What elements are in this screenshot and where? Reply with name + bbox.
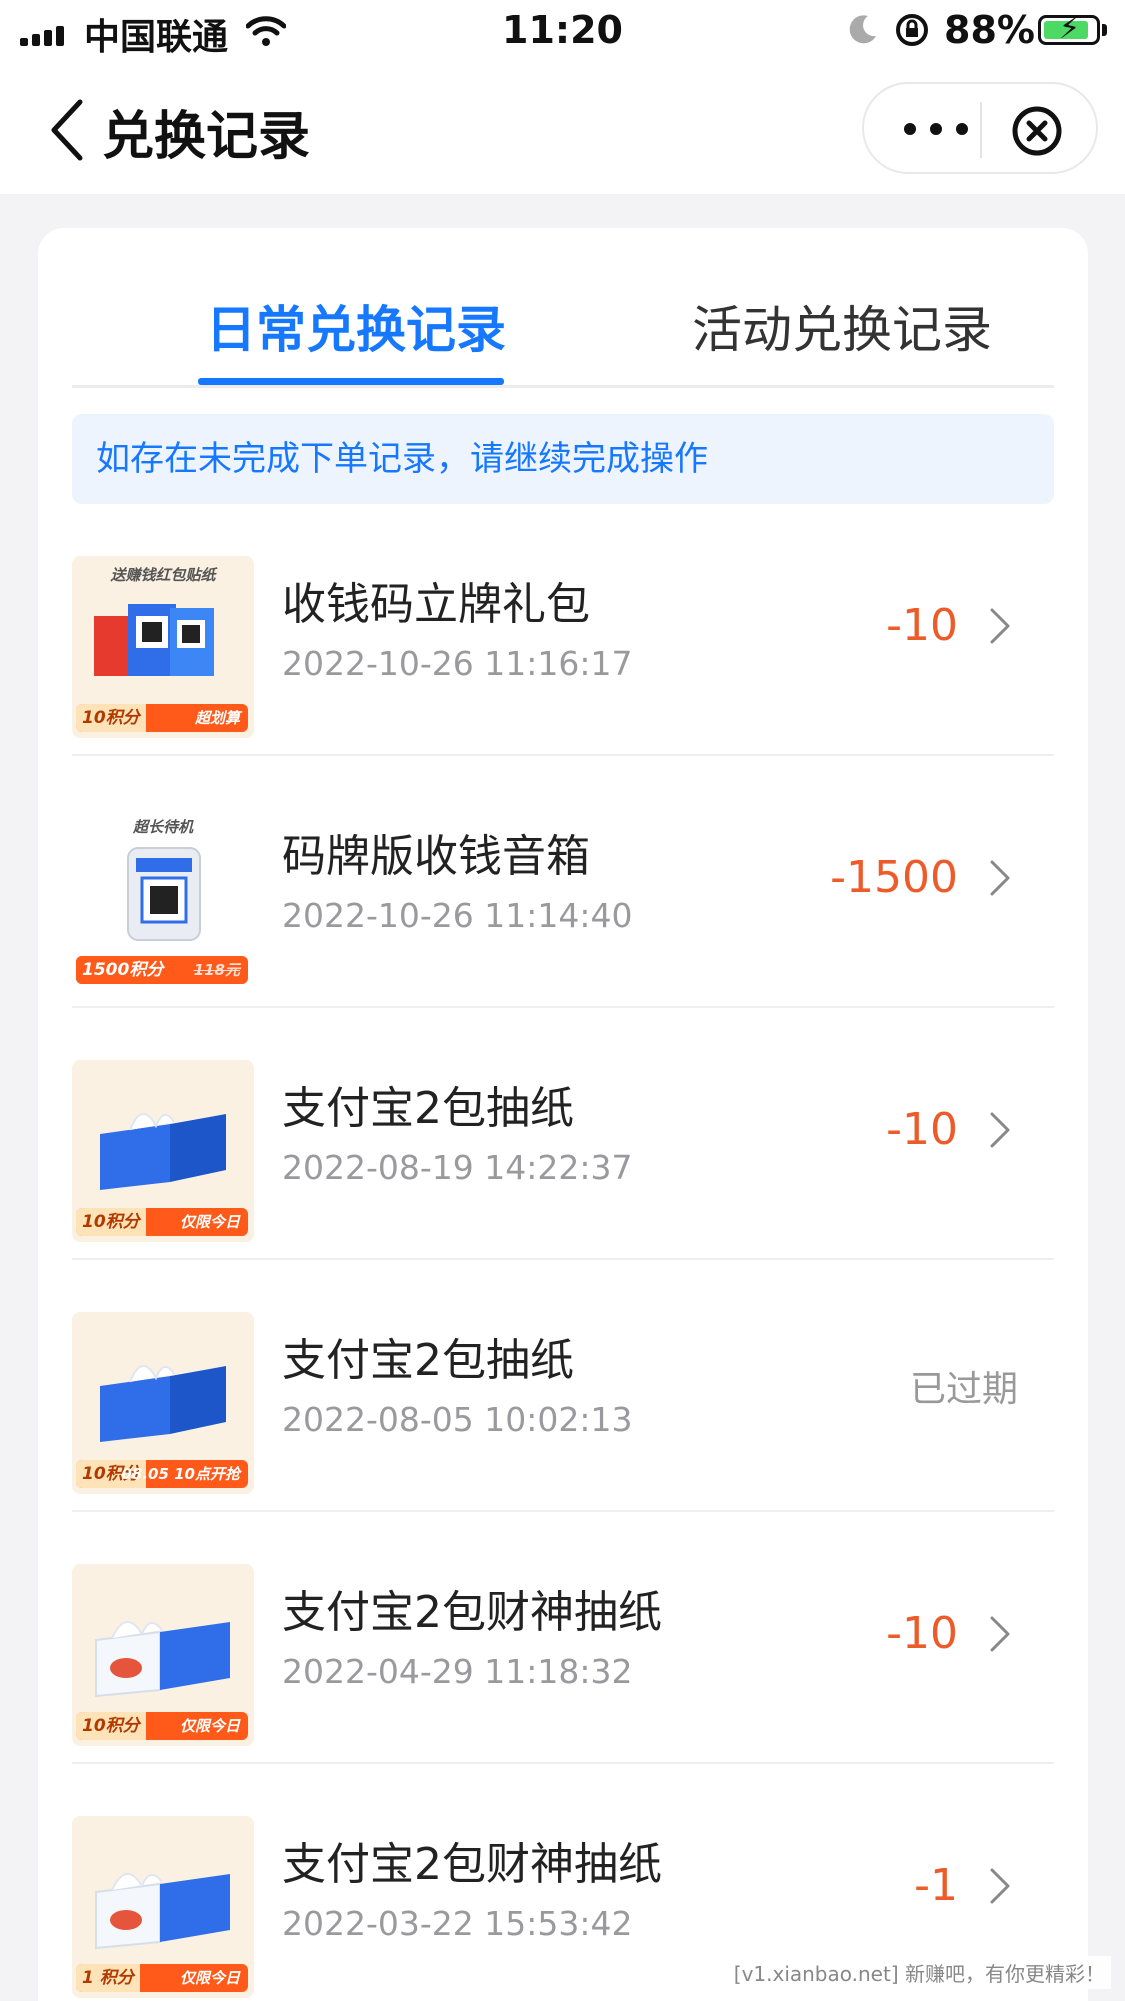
notice-banner: 如存在未完成下单记录，请继续完成操作	[72, 414, 1054, 504]
tag-points: 10积分	[76, 1712, 146, 1740]
record-name: 支付宝2包财神抽纸	[282, 1587, 662, 1638]
chevron-right-icon[interactable]	[988, 856, 1012, 900]
product-thumbnail: 超长待机 1500积分 118元	[72, 808, 254, 990]
qr-stand-image	[94, 604, 214, 676]
tag-promo: 118元	[193, 961, 240, 979]
tissue-box-image	[100, 1113, 226, 1190]
chevron-left-icon[interactable]	[44, 94, 92, 166]
tag-promo: 超划算	[194, 709, 240, 727]
product-thumbnail: 10积分 仅限今日	[72, 1564, 254, 1746]
tab-daily-records[interactable]: 日常兑换记录	[206, 290, 506, 362]
tag-promo: 08.05 10点开抢	[121, 1465, 240, 1483]
tab-activity-records[interactable]: 活动兑换记录	[692, 290, 992, 362]
more-dots-icon[interactable]	[894, 104, 978, 154]
record-points: -10	[886, 1608, 958, 1659]
product-thumbnail: 10积分 仅限今日	[72, 1060, 254, 1242]
thumbnail-caption: 送赚钱红包贴纸	[110, 566, 216, 584]
record-time: 2022-10-26 11:16:17	[282, 644, 633, 683]
tissue-box-image	[95, 1873, 230, 1950]
tag-points: 10积分	[76, 1208, 146, 1236]
watermark: [v1.xianbao.net] 新赚吧，有你更精彩！	[727, 1956, 1111, 1989]
chevron-right-icon[interactable]	[988, 604, 1012, 648]
record-name: 码牌版收钱音箱	[282, 831, 590, 882]
records-list: 送赚钱红包贴纸 10积分 超划算 收钱码立牌礼包 2022-10-26 11:1…	[72, 504, 1054, 2001]
record-points: -1500	[830, 852, 958, 903]
expired-status: 已过期	[909, 1369, 1018, 1410]
tag-promo: 仅限今日	[179, 1969, 240, 1987]
record-name: 支付宝2包抽纸	[282, 1335, 574, 1386]
record-name: 收钱码立牌礼包	[282, 579, 590, 630]
record-name: 支付宝2包财神抽纸	[282, 1839, 662, 1890]
points-tag: 10积分 仅限今日	[76, 1712, 248, 1740]
record-row[interactable]: 10积分 仅限今日 支付宝2包抽纸 2022-08-19 14:22:37 -1…	[72, 1008, 1054, 1260]
active-tab-indicator	[198, 378, 504, 385]
record-time: 2022-03-22 15:53:42	[282, 1904, 633, 1943]
points-tag: 10积分 超划算	[76, 704, 248, 732]
record-row[interactable]: 超长待机 1500积分 118元 码牌版收钱音箱 2022-10-26 11:1…	[72, 756, 1054, 1008]
tag-points: 10积分	[76, 704, 146, 732]
record-time: 2022-08-19 14:22:37	[282, 1148, 633, 1187]
speaker-image	[127, 847, 201, 941]
record-row[interactable]: 10积分 仅限今日 支付宝2包财神抽纸 2022-04-29 11:18:32 …	[72, 1512, 1054, 1764]
chevron-right-icon[interactable]	[988, 1612, 1012, 1656]
points-tag: 1500积分 118元	[76, 956, 248, 984]
record-points: -1	[914, 1860, 958, 1911]
record-time: 2022-08-05 10:02:13	[282, 1400, 633, 1439]
record-time: 2022-10-26 11:14:40	[282, 896, 633, 935]
record-points: -10	[886, 600, 958, 651]
tag-promo: 仅限今日	[179, 1213, 240, 1231]
rotation-lock-icon	[896, 14, 928, 46]
tag-promo: 仅限今日	[179, 1717, 240, 1735]
records-card: 日常兑换记录 活动兑换记录 如存在未完成下单记录，请继续完成操作 送赚钱红包贴纸…	[38, 228, 1088, 2001]
product-thumbnail: 1 积分 仅限今日	[72, 1816, 254, 1998]
product-thumbnail: 10积分 08.05 10点开抢	[72, 1312, 254, 1494]
points-tag: 10积分 仅限今日	[76, 1208, 248, 1236]
battery-icon: ⚡	[1038, 14, 1100, 45]
status-bar: 中国联通 11:20 88% ⚡	[0, 0, 1125, 64]
thumbnail-caption: 超长待机	[132, 818, 193, 836]
product-thumbnail: 送赚钱红包贴纸 10积分 超划算	[72, 556, 254, 738]
navigation-bar: 兑换记录	[0, 64, 1125, 194]
battery-percent: 88%	[944, 8, 1035, 52]
record-row[interactable]: 送赚钱红包贴纸 10积分 超划算 收钱码立牌礼包 2022-10-26 11:1…	[72, 504, 1054, 756]
tissue-box-image	[95, 1621, 230, 1698]
chevron-right-icon[interactable]	[988, 1108, 1012, 1152]
record-row[interactable]: 10积分 08.05 10点开抢 支付宝2包抽纸 2022-08-05 10:0…	[72, 1260, 1054, 1512]
moon-icon	[849, 15, 876, 44]
battery-tip	[1102, 24, 1107, 36]
tissue-box-image	[100, 1365, 226, 1442]
points-tag: 10积分 08.05 10点开抢	[76, 1460, 248, 1488]
tag-points: 1 积分	[76, 1964, 140, 1992]
capsule-divider	[980, 102, 982, 158]
tab-bar: 日常兑换记录 活动兑换记录	[72, 228, 1054, 388]
record-time: 2022-04-29 11:18:32	[282, 1652, 633, 1691]
close-circle-icon[interactable]	[1010, 104, 1064, 158]
points-tag: 1 积分 仅限今日	[76, 1964, 248, 1992]
record-points: -10	[886, 1104, 958, 1155]
mini-program-capsule	[862, 82, 1098, 174]
tag-points: 1500积分	[76, 956, 170, 984]
page-title: 兑换记录	[102, 107, 311, 167]
record-name: 支付宝2包抽纸	[282, 1083, 574, 1134]
chevron-right-icon[interactable]	[988, 1864, 1012, 1908]
